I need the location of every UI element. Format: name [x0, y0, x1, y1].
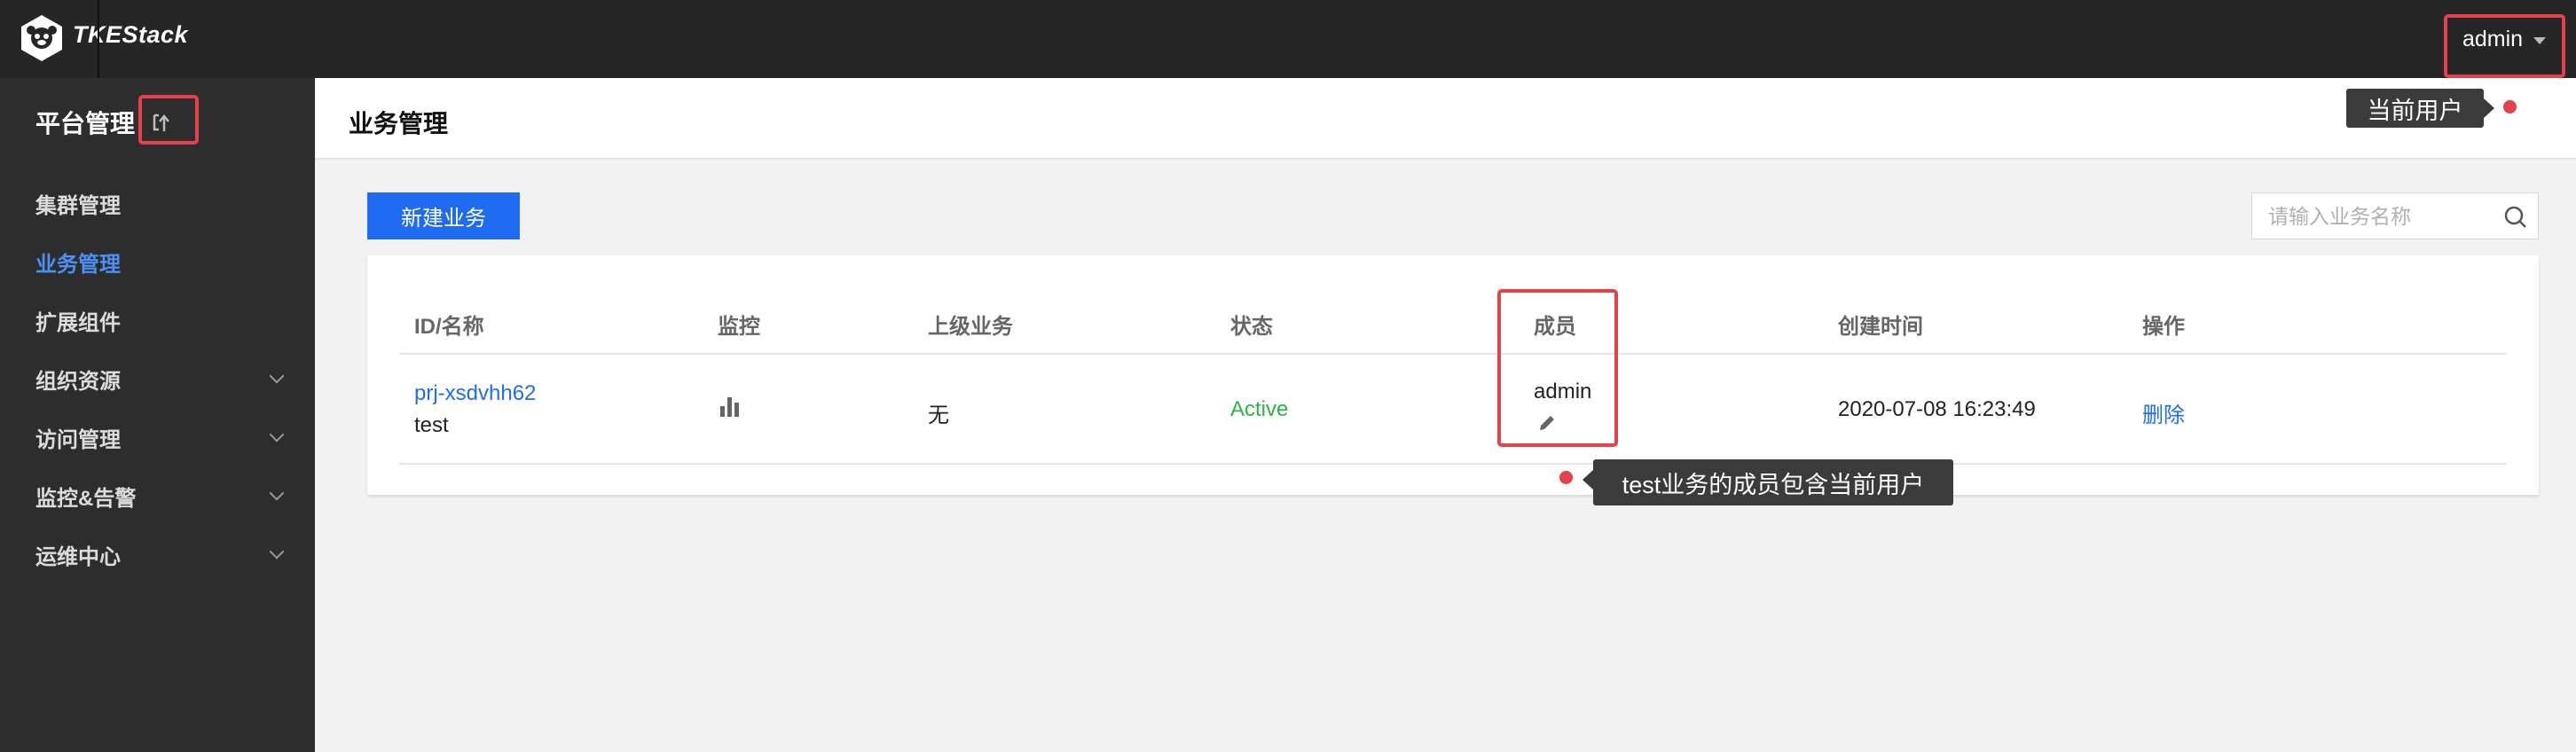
current-user-tooltip-text: 当前用户 — [2367, 97, 2463, 124]
create-business-button[interactable]: 新建业务 — [367, 192, 520, 239]
sidebar-item-label: 组织资源 — [35, 369, 121, 394]
sidebar-item-label: 监控&告警 — [35, 486, 137, 511]
column-header-status: 状态 — [1230, 315, 1273, 339]
sidebar-item-business[interactable]: 业务管理 — [35, 244, 293, 279]
created-time: 2020-07-08 16:23:49 — [1838, 397, 2036, 421]
parent-business: 无 — [928, 403, 949, 427]
sidebar-item-org-resources[interactable]: 组织资源 — [35, 361, 293, 396]
column-header-monitor: 监控 — [718, 315, 760, 339]
top-navbar: TKEStack admin — [0, 0, 2576, 78]
sidebar-item-monitoring[interactable]: 监控&告警 — [35, 478, 293, 513]
business-table: ID/名称 监控 上级业务 状态 成员 创建时间 操作 prj-xsdvhh62… — [367, 255, 2539, 495]
row-divider — [399, 463, 2507, 465]
column-header-actions: 操作 — [2142, 315, 2185, 339]
sidebar-item-access[interactable]: 访问管理 — [35, 419, 293, 455]
chevron-down-icon — [269, 485, 285, 501]
page-header: 业务管理 — [315, 78, 2576, 160]
annotation-dot — [2503, 100, 2517, 114]
sidebar-item-label: 扩展组件 — [35, 310, 121, 335]
tooltip-arrow — [1583, 470, 1593, 490]
search-box — [2251, 192, 2539, 239]
status-badge: Active — [1230, 397, 1289, 421]
business-id-link[interactable]: prj-xsdvhh62 — [414, 381, 536, 406]
current-user-tooltip: 当前用户 — [2346, 89, 2484, 128]
business-name: test — [414, 413, 449, 437]
sidebar-item-label: 访问管理 — [35, 427, 121, 452]
sidebar-item-ops[interactable]: 运维中心 — [35, 537, 293, 572]
member-tooltip: test业务的成员包含当前用户 — [1593, 459, 1953, 505]
annotation-dot — [1559, 471, 1573, 484]
chevron-down-icon — [269, 427, 285, 443]
column-header-id-name: ID/名称 — [414, 315, 484, 339]
bar-chart-icon[interactable] — [719, 396, 742, 417]
column-header-parent: 上级业务 — [928, 315, 1013, 339]
topbar-divider — [98, 0, 99, 78]
column-header-created: 创建时间 — [1838, 315, 1923, 339]
sidebar-item-label: 集群管理 — [35, 193, 121, 218]
switch-highlight-box — [138, 95, 199, 145]
sidebar-title: 平台管理 — [35, 110, 136, 137]
page-title: 业务管理 — [349, 110, 449, 137]
brand-name: TKEStack — [73, 21, 189, 48]
chevron-down-icon — [269, 544, 285, 560]
sidebar: 平台管理 集群管理 业务管理 扩展组件 组织资源 访问管理 监控&告警 运维中心 — [0, 78, 315, 752]
logo-icon — [21, 15, 62, 61]
member-tooltip-text: test业务的成员包含当前用户 — [1622, 471, 1925, 498]
sidebar-item-cluster[interactable]: 集群管理 — [35, 185, 293, 221]
member-highlight-box — [1497, 289, 1618, 447]
sidebar-item-label: 业务管理 — [35, 252, 121, 277]
sidebar-item-label: 运维中心 — [35, 544, 121, 569]
search-icon[interactable] — [2502, 204, 2529, 231]
sidebar-item-extensions[interactable]: 扩展组件 — [35, 302, 293, 338]
user-highlight-box — [2444, 14, 2565, 78]
search-input[interactable] — [2268, 201, 2490, 231]
chevron-down-icon — [269, 368, 285, 384]
header-divider — [399, 353, 2507, 355]
tooltip-arrow — [2484, 98, 2494, 118]
delete-link[interactable]: 删除 — [2142, 397, 2185, 428]
